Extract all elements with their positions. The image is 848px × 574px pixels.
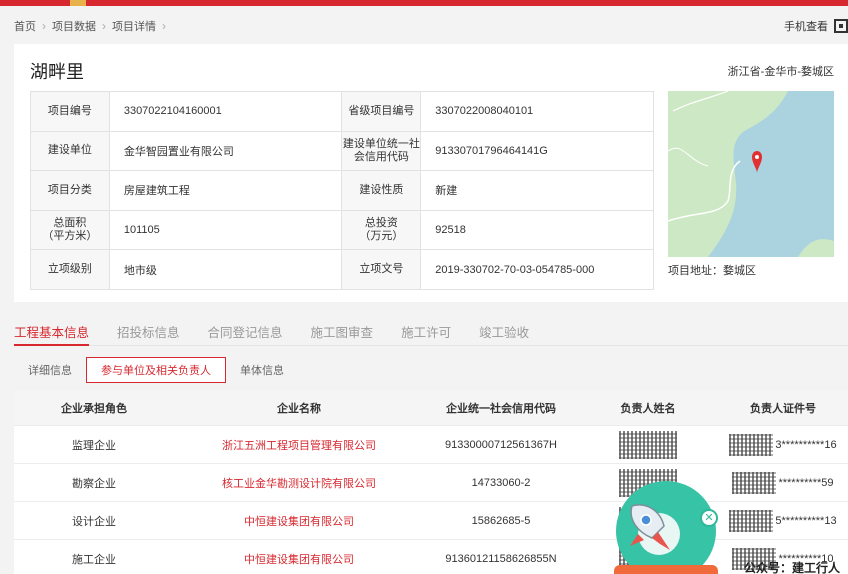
- tab-basic-info[interactable]: 工程基本信息: [14, 322, 90, 346]
- row-person-id: 5**********13: [718, 509, 848, 532]
- row-role: 设计企业: [72, 515, 116, 528]
- project-location: 浙江省-金华市-婺城区: [727, 66, 834, 78]
- tab-drawing-review[interactable]: 施工图审查: [311, 322, 374, 346]
- info-row: 立项级别 地市级 立项文号 2019-330702-70-03-054785-000: [30, 249, 654, 290]
- info-label: 省级项目编号: [341, 91, 422, 132]
- info-row: 总面积 （平方米） 101105 总投资 （万元） 92518: [30, 209, 654, 251]
- mobile-view-label: 手机查看: [784, 21, 828, 33]
- close-icon[interactable]: ✕: [700, 509, 718, 527]
- info-label: 建设单位: [30, 130, 110, 172]
- table-header: 企业承担角色 企业名称 企业统一社会信用代码 负责人姓名 负责人证件号: [14, 391, 848, 426]
- info-value: 91330701796464141G: [420, 130, 654, 172]
- participants-table: 企业承担角色 企业名称 企业统一社会信用代码 负责人姓名 负责人证件号 监理企业…: [14, 391, 848, 574]
- table-row: 施工企业 中恒建设集团有限公司 91360121158626855N ********…: [14, 540, 848, 574]
- row-company-link[interactable]: 核工业金华勘测设计院有限公司: [174, 475, 424, 491]
- row-company-link[interactable]: 中恒建设集团有限公司: [174, 551, 424, 567]
- top-banner: [0, 0, 848, 6]
- redacted-name: [619, 430, 677, 459]
- header-id: 负责人证件号: [750, 403, 816, 415]
- chevron-right-icon: ›: [162, 19, 166, 33]
- project-info-table: 项目编号 3307022104160001 省级项目编号 33070220080401…: [30, 91, 654, 290]
- info-row: 建设单位 金华智园置业有限公司 建设单位统一社会信用代码 91330701796464…: [30, 130, 654, 172]
- breadcrumb: 首页 › 项目数据 › 项目详情 ›: [14, 18, 172, 34]
- header-person: 负责人姓名: [620, 403, 676, 415]
- main-tabs: 工程基本信息 招投标信息 合同登记信息 施工图审查 施工许可 竣工验收: [14, 322, 848, 346]
- map-graphic: [668, 91, 834, 257]
- rocket-icon: [630, 504, 670, 550]
- row-role: 监理企业: [72, 439, 116, 452]
- header-credit-code: 企业统一社会信用代码: [446, 403, 556, 415]
- info-label: 项目编号: [30, 91, 110, 132]
- info-label: 立项级别: [30, 249, 110, 290]
- subtab-units[interactable]: 单体信息: [226, 358, 298, 382]
- row-credit-code: 14733060-2: [471, 476, 531, 489]
- row-company-link[interactable]: 浙江五洲工程项目管理有限公司: [174, 437, 424, 453]
- info-row: 项目编号 3307022104160001 省级项目编号 33070220080401…: [30, 91, 654, 132]
- info-row: 项目分类 房屋建筑工程 建设性质 新建: [30, 170, 654, 211]
- info-value: 3307022104160001: [108, 91, 343, 132]
- row-company-link[interactable]: 中恒建设集团有限公司: [174, 513, 424, 529]
- redacted-id: [729, 433, 774, 456]
- info-label: 总投资 （万元）: [341, 209, 422, 251]
- redacted-id: [732, 471, 777, 494]
- breadcrumb-home[interactable]: 首页: [14, 18, 36, 34]
- row-credit-code: 15862685-5: [471, 514, 531, 527]
- promo-tag[interactable]: [614, 565, 718, 574]
- row-credit-code: 91330000712561367H: [445, 438, 557, 451]
- row-credit-code: 91360121158626855N: [445, 552, 557, 565]
- redacted-id: [729, 509, 774, 532]
- info-value: 金华智园置业有限公司: [108, 130, 343, 172]
- row-person-id: **********59: [718, 471, 848, 494]
- row-role: 勘察企业: [72, 477, 116, 490]
- subtab-detail[interactable]: 详细信息: [14, 358, 86, 382]
- breadcrumb-project-data[interactable]: 项目数据: [52, 18, 96, 34]
- watermark: 公众号：建工行人: [744, 561, 841, 574]
- mobile-view-button[interactable]: 手机查看: [784, 18, 848, 34]
- header-company: 企业名称: [277, 403, 321, 415]
- project-card: 湖畔里 浙江省-金华市-婺城区 项目编号 3307022104160001 省级项目…: [14, 44, 848, 302]
- header-role: 企业承担角色: [61, 403, 127, 415]
- map-address: 项目地址：婺城区: [668, 265, 756, 277]
- tab-completion[interactable]: 竣工验收: [479, 322, 529, 346]
- info-label: 总面积 （平方米）: [30, 209, 110, 251]
- info-value: 地市级: [108, 249, 343, 290]
- subtab-participants[interactable]: 参与单位及相关负责人: [86, 357, 226, 383]
- info-value: 92518: [420, 209, 654, 251]
- info-value: 房屋建筑工程: [108, 170, 343, 211]
- tab-bidding[interactable]: 招投标信息: [117, 322, 180, 346]
- row-role: 施工企业: [72, 553, 116, 566]
- tab-construction-permit[interactable]: 施工许可: [401, 322, 451, 346]
- project-map[interactable]: [668, 91, 834, 257]
- breadcrumb-project-detail[interactable]: 项目详情: [112, 18, 156, 34]
- table-row: 监理企业 浙江五洲工程项目管理有限公司 91330000712561367H 3***…: [14, 426, 848, 464]
- qr-code-icon: [834, 19, 848, 33]
- info-value: 101105: [108, 209, 343, 251]
- chevron-right-icon: ›: [102, 19, 106, 33]
- info-label: 项目分类: [30, 170, 110, 211]
- id-suffix: 3**********16: [775, 438, 837, 451]
- banner-ornament: [70, 0, 86, 6]
- info-label: 建设性质: [341, 170, 422, 211]
- info-label: 立项文号: [341, 249, 422, 290]
- table-row: 设计企业 中恒建设集团有限公司 15862685-5 5**********13: [14, 502, 848, 540]
- project-title: 湖畔里: [30, 62, 84, 82]
- info-value: 3307022008040101: [420, 91, 654, 132]
- info-value: 新建: [420, 170, 654, 211]
- tab-contract[interactable]: 合同登记信息: [208, 322, 283, 346]
- row-person-name: [578, 430, 718, 459]
- table-row: 勘察企业 核工业金华勘测设计院有限公司 14733060-2 **********59: [14, 464, 848, 502]
- sub-tabs: 详细信息 参与单位及相关负责人 单体信息: [14, 357, 298, 383]
- chevron-right-icon: ›: [42, 19, 46, 33]
- id-suffix: 5**********13: [775, 514, 837, 527]
- info-label: 建设单位统一社会信用代码: [341, 130, 422, 172]
- id-suffix: **********59: [778, 476, 834, 489]
- row-person-id: 3**********16: [718, 433, 848, 456]
- info-value: 2019-330702-70-03-054785-000: [420, 249, 654, 290]
